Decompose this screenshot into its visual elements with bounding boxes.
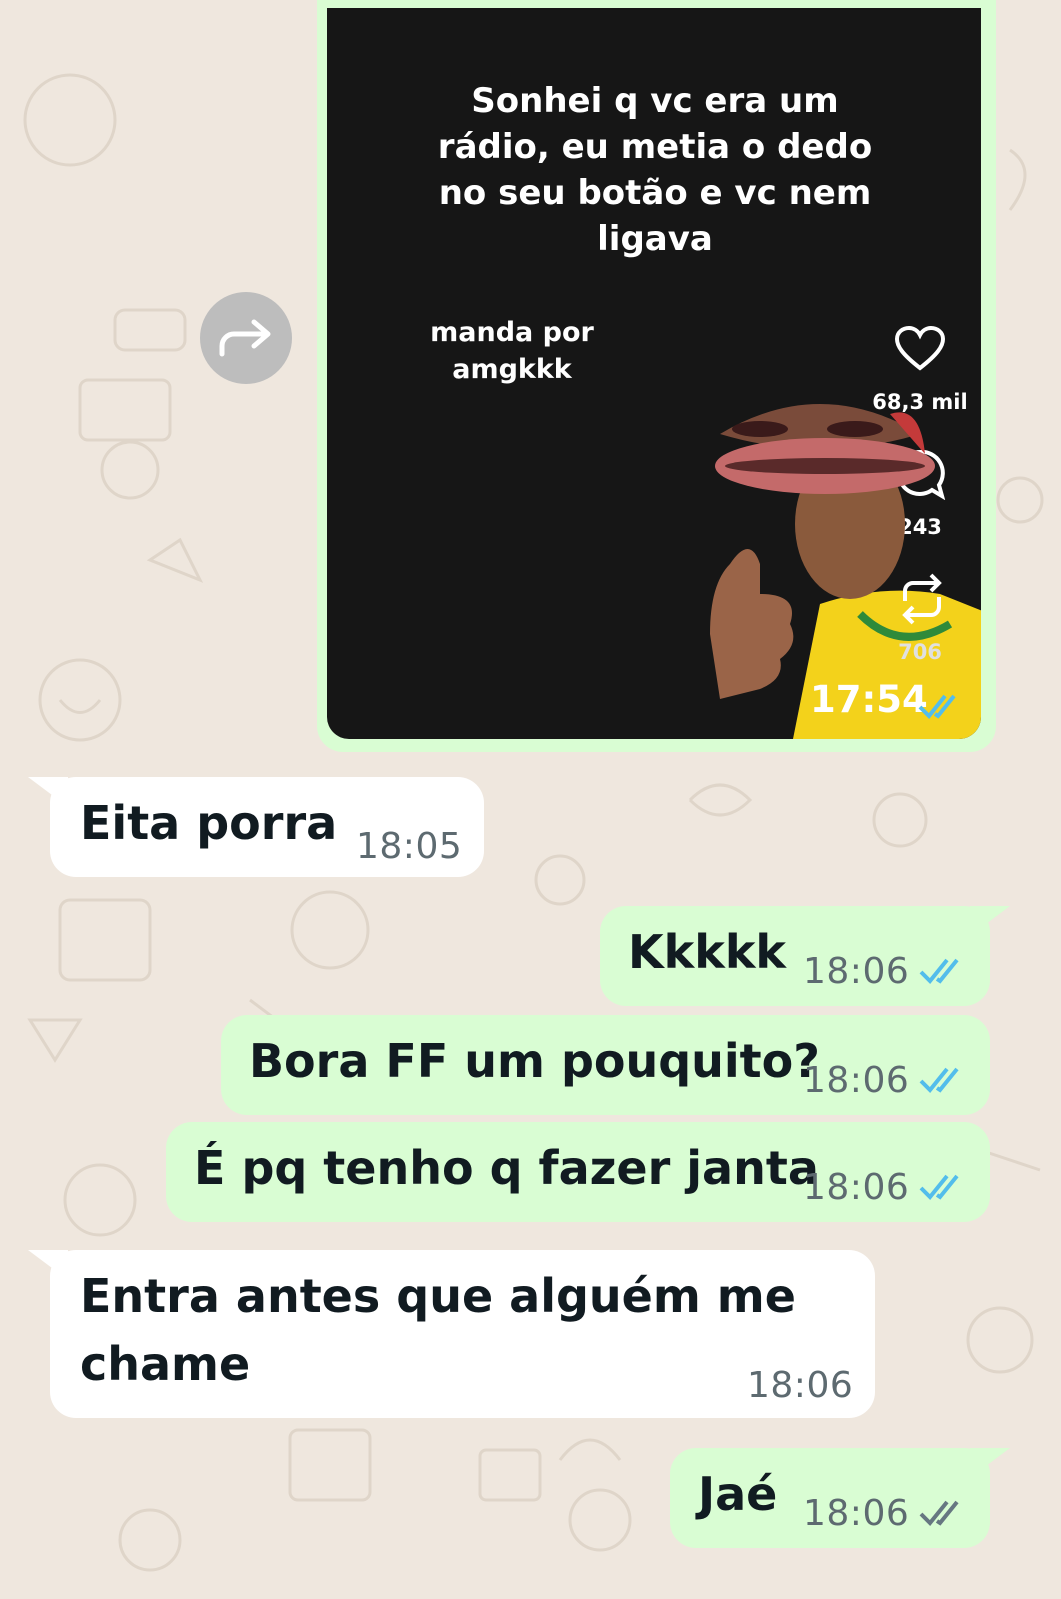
outgoing-message[interactable]: Jaé 18:06 xyxy=(670,1448,990,1548)
double-check-icon xyxy=(919,1174,959,1200)
double-check-icon xyxy=(919,958,959,984)
forward-button[interactable] xyxy=(200,292,292,384)
message-time: 18:06 xyxy=(803,1060,910,1101)
double-check-icon xyxy=(918,694,956,719)
message-text: É pq tenho q fazer janta xyxy=(194,1141,819,1195)
message-text: Jaé xyxy=(698,1467,778,1521)
meme-credit: manda por amgkkk xyxy=(430,317,594,385)
double-check-icon xyxy=(919,1067,959,1093)
message-time: 18:06 xyxy=(747,1365,854,1406)
message-time: 18:06 xyxy=(803,1493,910,1534)
double-check-icon xyxy=(919,1500,959,1526)
media-message[interactable]: Sonhei q vc era um rádio, eu metia o ded… xyxy=(317,0,996,752)
message-text: Entra antes que alguém me chame xyxy=(80,1269,796,1391)
message-text: Bora FF um pouquito? xyxy=(249,1034,820,1088)
heart-icon xyxy=(894,326,946,371)
message-time: 17:54 xyxy=(810,678,928,721)
reposts-count: 706 xyxy=(898,640,942,664)
repost-icon xyxy=(902,573,942,625)
outgoing-message[interactable]: É pq tenho q fazer janta 18:06 xyxy=(166,1122,990,1222)
meme-caption: Sonhei q vc era um rádio, eu metia o ded… xyxy=(437,81,873,259)
incoming-message[interactable]: Entra antes que alguém me chame 18:06 xyxy=(50,1250,875,1418)
video-thumbnail[interactable]: Sonhei q vc era um rádio, eu metia o ded… xyxy=(327,8,981,739)
message-time: 18:05 xyxy=(356,826,463,867)
message-time: 18:06 xyxy=(803,1167,910,1208)
message-time: 18:06 xyxy=(803,951,910,992)
forward-icon xyxy=(219,319,271,357)
message-text: Eita porra xyxy=(80,796,338,850)
outgoing-message[interactable]: Bora FF um pouquito? 18:06 xyxy=(221,1015,990,1115)
incoming-message[interactable]: Eita porra 18:05 xyxy=(50,777,484,877)
message-text: Kkkkk xyxy=(628,925,787,979)
outgoing-message[interactable]: Kkkkk 18:06 xyxy=(600,906,990,1006)
